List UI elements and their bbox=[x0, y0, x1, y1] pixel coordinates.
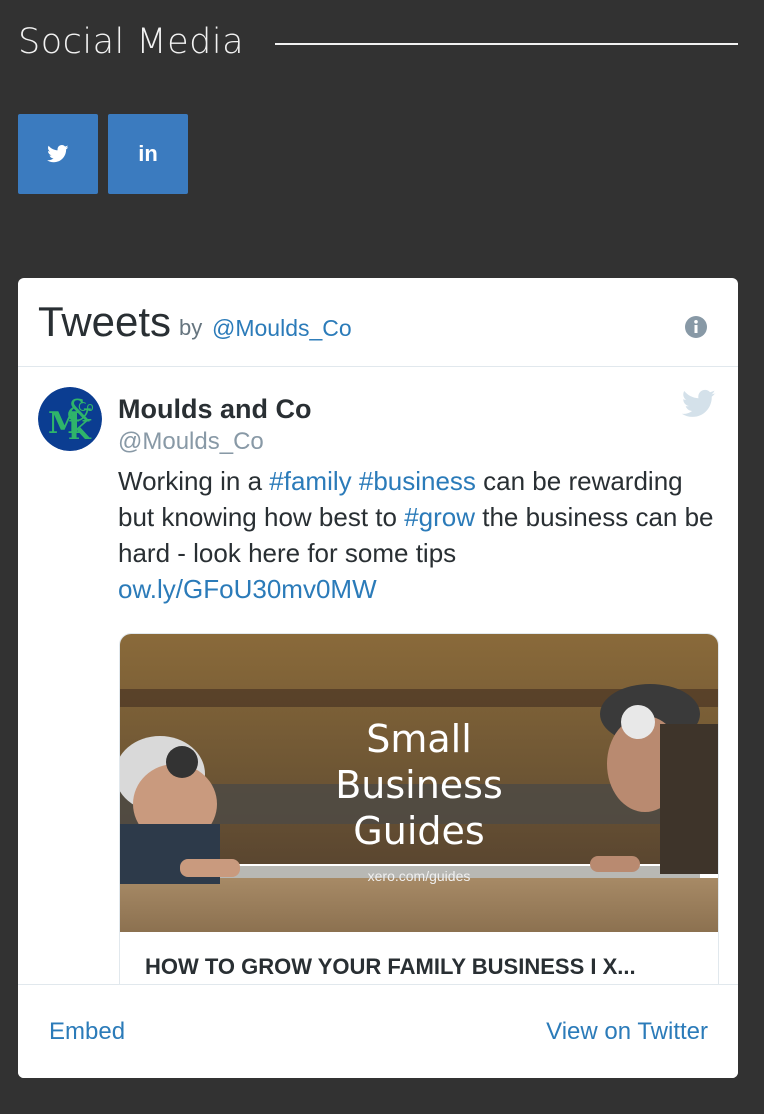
tweet-text-part bbox=[352, 466, 359, 496]
card-overlay-heading: Small Business Guides bbox=[120, 716, 718, 854]
tweet-text-part: Working in a bbox=[118, 466, 270, 496]
author-handle[interactable]: @Moulds_Co bbox=[118, 427, 264, 457]
card-title[interactable]: HOW TO GROW YOUR FAMILY BUSINESS I X... bbox=[145, 952, 695, 982]
avatar[interactable]: M & Co K bbox=[38, 387, 102, 451]
widget-title: Tweets bbox=[38, 298, 172, 345]
moulds-logo-icon: M & Co K bbox=[38, 387, 102, 451]
timeline-handle-link[interactable]: @Moulds_Co bbox=[212, 314, 352, 342]
linkedin-button[interactable]: in bbox=[108, 114, 188, 194]
tweet-text: Working in a #family #business can be re… bbox=[118, 463, 718, 607]
section-title: Social Media bbox=[18, 22, 245, 62]
overlay-line: Guides bbox=[353, 809, 485, 853]
widget-header: Tweets by @Moulds_Co bbox=[18, 278, 738, 367]
twitter-button[interactable] bbox=[18, 114, 98, 194]
view-on-twitter-link[interactable]: View on Twitter bbox=[546, 1017, 708, 1047]
tweet-url-link[interactable]: ow.ly/GFoU30mv0MW bbox=[118, 574, 377, 604]
card-overlay-url: xero.com/guides bbox=[367, 868, 471, 884]
card-image[interactable]: Small Business Guides xero.com/guides bbox=[120, 634, 718, 932]
twitter-bird-icon[interactable] bbox=[682, 389, 716, 419]
author-name[interactable]: Moulds and Co bbox=[118, 393, 311, 425]
hashtag-business-link[interactable]: #business bbox=[359, 466, 476, 496]
svg-text:Co: Co bbox=[78, 400, 94, 414]
overlay-line: Business bbox=[335, 763, 503, 807]
twitter-timeline-widget: Tweets by @Moulds_Co M & Co K Moulds and… bbox=[18, 278, 738, 1078]
embed-link[interactable]: Embed bbox=[49, 1017, 125, 1047]
svg-text:K: K bbox=[68, 416, 92, 446]
hashtag-family-link[interactable]: #family bbox=[269, 466, 351, 496]
by-label: by bbox=[179, 315, 203, 340]
hashtag-grow-link[interactable]: #grow bbox=[404, 502, 475, 532]
info-icon[interactable] bbox=[684, 315, 708, 339]
widget-footer: Embed View on Twitter bbox=[18, 984, 738, 1078]
title-divider bbox=[275, 43, 738, 45]
link-card[interactable]: Small Business Guides xero.com/guides HO… bbox=[119, 633, 719, 1015]
overlay-line: Small bbox=[366, 717, 472, 761]
linkedin-icon: in bbox=[138, 141, 158, 166]
twitter-bird-icon bbox=[47, 145, 69, 163]
